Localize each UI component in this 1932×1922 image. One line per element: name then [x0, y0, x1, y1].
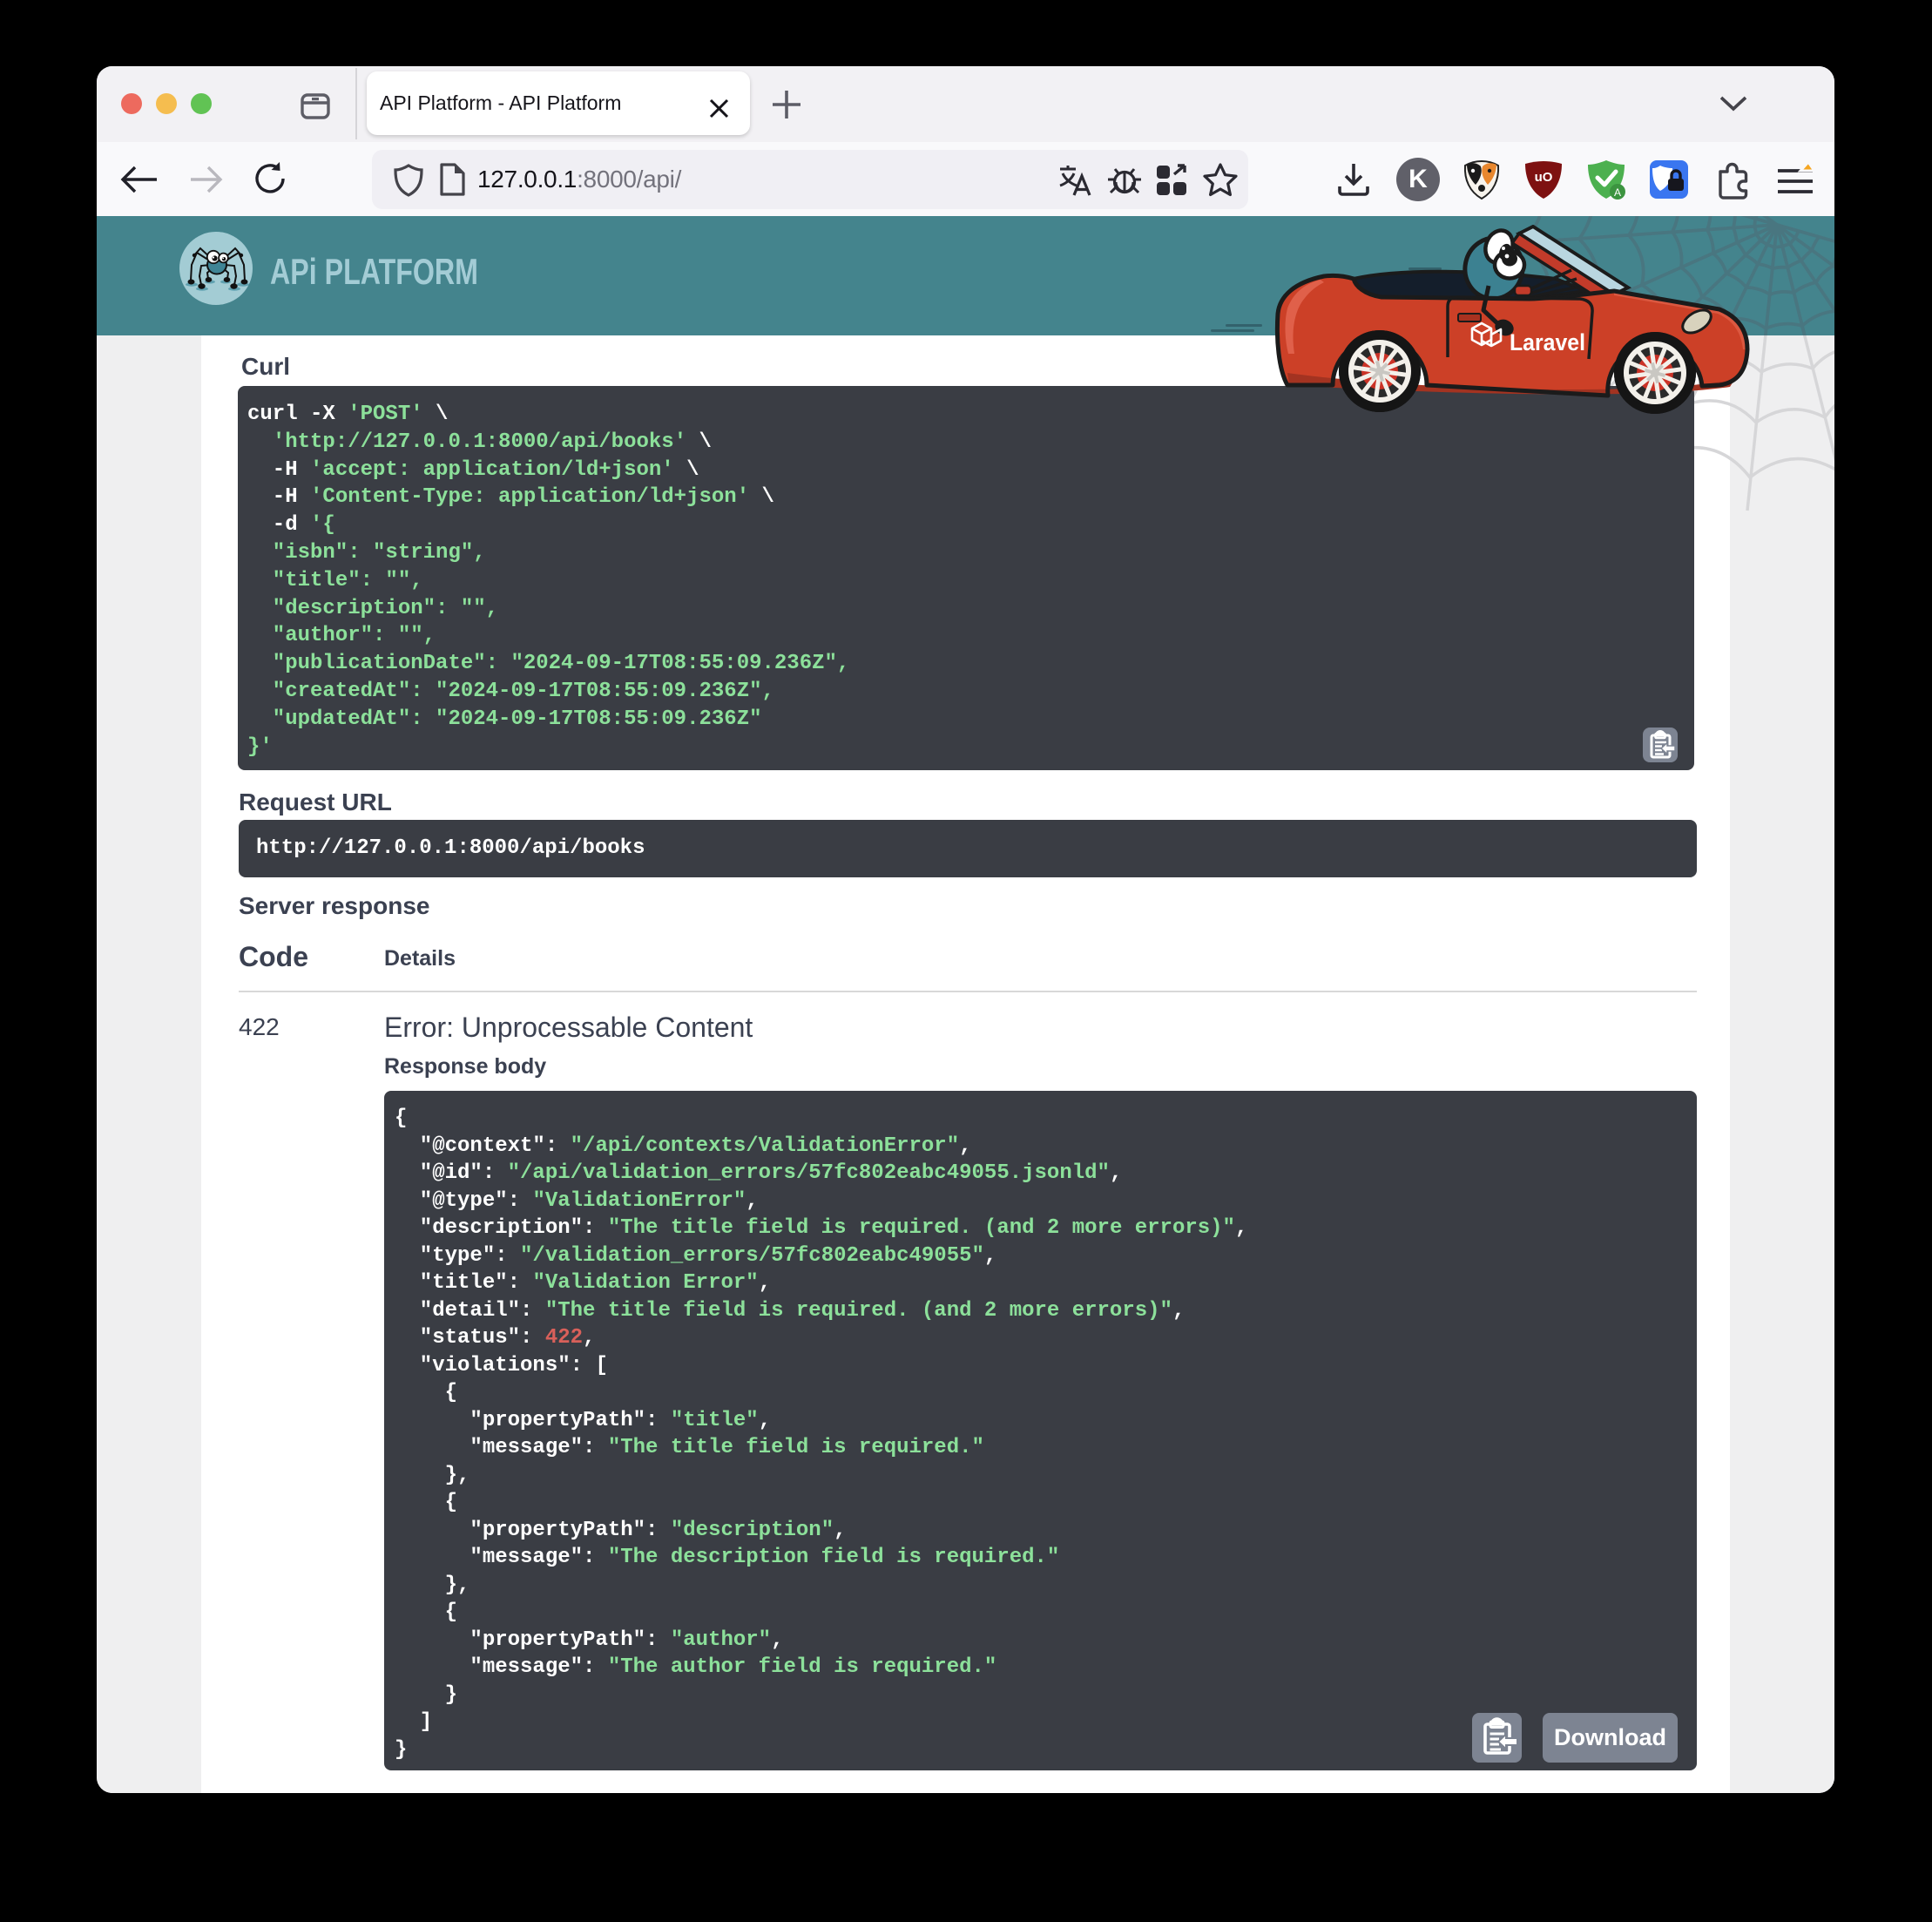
svg-text:APi PLATFORM: APi PLATFORM [270, 251, 478, 292]
svg-text:A: A [1614, 186, 1621, 199]
svg-text:Laravel: Laravel [1510, 329, 1585, 355]
svg-text:uO: uO [1535, 170, 1553, 185]
